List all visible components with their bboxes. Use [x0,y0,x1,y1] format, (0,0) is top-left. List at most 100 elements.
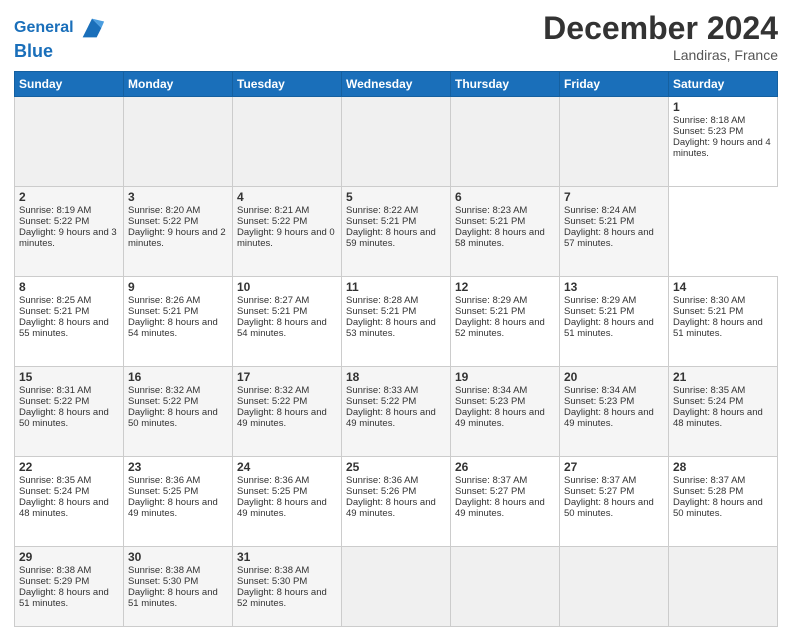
day-cell-26: 26Sunrise: 8:37 AMSunset: 5:27 PMDayligh… [451,457,560,547]
daylight: Daylight: 8 hours and 52 minutes. [455,317,545,339]
calendar-table: SundayMondayTuesdayWednesdayThursdayFrid… [14,71,778,627]
daylight: Daylight: 8 hours and 50 minutes. [564,497,654,519]
sunset: Sunset: 5:24 PM [19,486,89,497]
daylight: Daylight: 8 hours and 51 minutes. [673,317,763,339]
week-row-3: 8Sunrise: 8:25 AMSunset: 5:21 PMDaylight… [15,277,778,367]
sunrise: Sunrise: 8:26 AM [128,295,200,306]
sunrise: Sunrise: 8:38 AM [237,565,309,576]
empty-cell [451,97,560,187]
sunrise: Sunrise: 8:22 AM [346,205,418,216]
daylight: Daylight: 8 hours and 55 minutes. [19,317,109,339]
sunset: Sunset: 5:23 PM [673,126,743,137]
day-number: 23 [128,460,228,474]
sunrise: Sunrise: 8:37 AM [564,475,636,486]
sunrise: Sunrise: 8:32 AM [237,385,309,396]
sunset: Sunset: 5:21 PM [19,306,89,317]
day-number: 3 [128,190,228,204]
day-number: 2 [19,190,119,204]
day-cell-6: 6Sunrise: 8:23 AMSunset: 5:21 PMDaylight… [451,187,560,277]
sunset: Sunset: 5:28 PM [673,486,743,497]
day-number: 7 [564,190,664,204]
sunrise: Sunrise: 8:28 AM [346,295,418,306]
day-number: 27 [564,460,664,474]
sunrise: Sunrise: 8:35 AM [673,385,745,396]
sunset: Sunset: 5:26 PM [346,486,416,497]
sunrise: Sunrise: 8:19 AM [19,205,91,216]
day-number: 17 [237,370,337,384]
daylight: Daylight: 8 hours and 54 minutes. [128,317,218,339]
day-cell-11: 11Sunrise: 8:28 AMSunset: 5:21 PMDayligh… [342,277,451,367]
sunset: Sunset: 5:22 PM [346,396,416,407]
col-header-monday: Monday [124,72,233,97]
day-number: 19 [455,370,555,384]
daylight: Daylight: 8 hours and 49 minutes. [237,497,327,519]
day-number: 5 [346,190,446,204]
day-number: 31 [237,550,337,564]
empty-cell [669,547,778,627]
day-cell-23: 23Sunrise: 8:36 AMSunset: 5:25 PMDayligh… [124,457,233,547]
empty-cell [560,547,669,627]
sunrise: Sunrise: 8:34 AM [455,385,527,396]
sunset: Sunset: 5:22 PM [19,396,89,407]
sunrise: Sunrise: 8:27 AM [237,295,309,306]
sunset: Sunset: 5:21 PM [564,216,634,227]
day-cell-27: 27Sunrise: 8:37 AMSunset: 5:27 PMDayligh… [560,457,669,547]
sunset: Sunset: 5:21 PM [346,306,416,317]
sunset: Sunset: 5:21 PM [237,306,307,317]
title-block: December 2024 Landiras, France [543,10,778,63]
sunset: Sunset: 5:21 PM [673,306,743,317]
sunset: Sunset: 5:27 PM [564,486,634,497]
day-cell-12: 12Sunrise: 8:29 AMSunset: 5:21 PMDayligh… [451,277,560,367]
col-header-saturday: Saturday [669,72,778,97]
day-cell-8: 8Sunrise: 8:25 AMSunset: 5:21 PMDaylight… [15,277,124,367]
daylight: Daylight: 8 hours and 49 minutes. [346,407,436,429]
day-number: 12 [455,280,555,294]
sunrise: Sunrise: 8:34 AM [564,385,636,396]
daylight: Daylight: 8 hours and 49 minutes. [455,497,545,519]
day-number: 11 [346,280,446,294]
daylight: Daylight: 8 hours and 53 minutes. [346,317,436,339]
day-cell-5: 5Sunrise: 8:22 AMSunset: 5:21 PMDaylight… [342,187,451,277]
sunrise: Sunrise: 8:37 AM [673,475,745,486]
sunrise: Sunrise: 8:24 AM [564,205,636,216]
day-cell-30: 30Sunrise: 8:38 AMSunset: 5:30 PMDayligh… [124,547,233,627]
sunrise: Sunrise: 8:31 AM [19,385,91,396]
day-cell-20: 20Sunrise: 8:34 AMSunset: 5:23 PMDayligh… [560,367,669,457]
sunset: Sunset: 5:24 PM [673,396,743,407]
sunrise: Sunrise: 8:36 AM [346,475,418,486]
empty-cell [560,97,669,187]
logo-icon [78,14,106,42]
day-number: 29 [19,550,119,564]
week-row-6: 29Sunrise: 8:38 AMSunset: 5:29 PMDayligh… [15,547,778,627]
sunrise: Sunrise: 8:35 AM [19,475,91,486]
week-row-4: 15Sunrise: 8:31 AMSunset: 5:22 PMDayligh… [15,367,778,457]
day-cell-13: 13Sunrise: 8:29 AMSunset: 5:21 PMDayligh… [560,277,669,367]
sunset: Sunset: 5:30 PM [237,576,307,587]
day-cell-17: 17Sunrise: 8:32 AMSunset: 5:22 PMDayligh… [233,367,342,457]
sunset: Sunset: 5:22 PM [237,216,307,227]
sunrise: Sunrise: 8:33 AM [346,385,418,396]
day-number: 6 [455,190,555,204]
header: General Blue December 2024 Landiras, Fra… [14,10,778,63]
day-cell-4: 4Sunrise: 8:21 AMSunset: 5:22 PMDaylight… [233,187,342,277]
day-cell-21: 21Sunrise: 8:35 AMSunset: 5:24 PMDayligh… [669,367,778,457]
day-number: 14 [673,280,773,294]
daylight: Daylight: 8 hours and 51 minutes. [128,587,218,609]
day-cell-25: 25Sunrise: 8:36 AMSunset: 5:26 PMDayligh… [342,457,451,547]
day-cell-3: 3Sunrise: 8:20 AMSunset: 5:22 PMDaylight… [124,187,233,277]
sunrise: Sunrise: 8:30 AM [673,295,745,306]
sunset: Sunset: 5:25 PM [128,486,198,497]
sunset: Sunset: 5:22 PM [128,216,198,227]
daylight: Daylight: 8 hours and 49 minutes. [455,407,545,429]
sunrise: Sunrise: 8:36 AM [128,475,200,486]
sunset: Sunset: 5:21 PM [128,306,198,317]
day-cell-15: 15Sunrise: 8:31 AMSunset: 5:22 PMDayligh… [15,367,124,457]
col-header-sunday: Sunday [15,72,124,97]
day-cell-10: 10Sunrise: 8:27 AMSunset: 5:21 PMDayligh… [233,277,342,367]
day-cell-19: 19Sunrise: 8:34 AMSunset: 5:23 PMDayligh… [451,367,560,457]
day-cell-16: 16Sunrise: 8:32 AMSunset: 5:22 PMDayligh… [124,367,233,457]
daylight: Daylight: 8 hours and 51 minutes. [564,317,654,339]
sunset: Sunset: 5:22 PM [19,216,89,227]
daylight: Daylight: 8 hours and 48 minutes. [19,497,109,519]
logo-blue: Blue [14,42,106,62]
